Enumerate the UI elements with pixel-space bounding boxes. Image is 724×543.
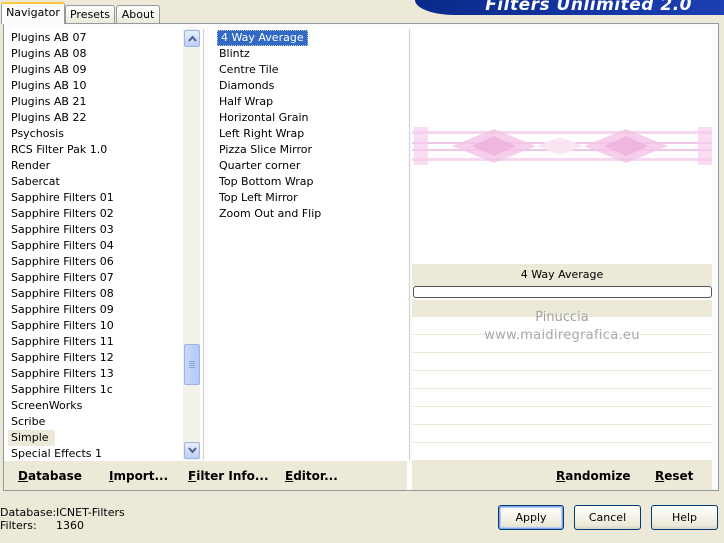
category-item[interactable]: RCS Filter Pak 1.0 [11, 142, 107, 158]
pattern-preview [412, 127, 712, 165]
category-item[interactable]: Sapphire Filters 06 [11, 254, 114, 270]
app-title: Filters Unlimited 2.0 [485, 0, 692, 15]
category-item[interactable]: Sapphire Filters 01 [11, 190, 114, 206]
preview-image [412, 29, 712, 263]
category-item[interactable]: Plugins AB 08 [11, 46, 86, 62]
param-row[interactable] [412, 408, 712, 425]
filter-list[interactable]: 4 Way Average Blintz Centre Tile Diamonds Ha… [208, 29, 407, 460]
category-scrollbar[interactable] [183, 29, 200, 460]
category-item[interactable]: Sapphire Filters 04 [11, 238, 114, 254]
filters-count-label: Filters: [0, 519, 37, 532]
database-label: Database: [0, 506, 57, 519]
divider [203, 29, 204, 460]
category-item[interactable]: Plugins AB 10 [11, 78, 86, 94]
database-value: ICNET-Filters [56, 506, 125, 519]
chevron-up-icon [188, 35, 197, 42]
category-item[interactable]: Sapphire Filters 08 [11, 286, 114, 302]
scroll-thumb[interactable] [184, 344, 200, 385]
cancel-button[interactable]: Cancel [574, 505, 641, 530]
category-item[interactable]: Plugins AB 09 [11, 62, 86, 78]
list-action-bar: Database Import... Filter Info... Editor… [4, 461, 407, 490]
preview-filter-name: 4 Way Average [412, 264, 712, 286]
category-item[interactable]: ScreenWorks [11, 398, 82, 414]
filter-item[interactable]: Top Bottom Wrap [219, 174, 314, 190]
category-item[interactable]: Sabercat [11, 174, 60, 190]
watermark-url: www.maidiregrafica.eu [484, 328, 640, 343]
filter-item[interactable]: Left Right Wrap [219, 126, 304, 142]
param-row[interactable] [412, 426, 712, 443]
category-item[interactable]: Scribe [11, 414, 45, 430]
category-item[interactable]: Sapphire Filters 11 [11, 334, 114, 350]
category-item[interactable]: Plugins AB 22 [11, 110, 86, 126]
filter-item[interactable]: 4 Way Average [217, 30, 308, 46]
category-item[interactable]: Sapphire Filters 13 [11, 366, 114, 382]
chevron-down-icon [188, 447, 197, 454]
param-row[interactable] [412, 354, 712, 371]
param-row[interactable] [412, 390, 712, 407]
filter-item[interactable]: Quarter corner [219, 158, 300, 174]
filter-item[interactable]: Blintz [219, 46, 250, 62]
category-item[interactable]: Sapphire Filters 10 [11, 318, 114, 334]
tab-presets[interactable]: Presets [65, 5, 115, 24]
category-item[interactable]: Sapphire Filters 12 [11, 350, 114, 366]
filter-item[interactable]: Top Left Mirror [219, 190, 298, 206]
database-button[interactable]: Database [18, 469, 82, 483]
category-item[interactable]: Psychosis [11, 126, 64, 142]
filter-item[interactable]: Half Wrap [219, 94, 273, 110]
import-button[interactable]: Import... [109, 469, 168, 483]
filter-item[interactable]: Pizza Slice Mirror [219, 142, 312, 158]
category-item[interactable]: Sapphire Filters 1c [11, 382, 113, 398]
title-banner: Filters Unlimited 2.0 [415, 0, 724, 15]
category-item[interactable]: Sapphire Filters 07 [11, 270, 114, 286]
category-item[interactable]: Sapphire Filters 02 [11, 206, 114, 222]
scroll-down-button[interactable] [184, 442, 200, 459]
filters-count-value: 1360 [56, 519, 84, 532]
category-item[interactable]: Sapphire Filters 09 [11, 302, 114, 318]
preview-action-bar: Randomize Reset [412, 461, 712, 490]
category-item[interactable]: Simple [8, 430, 55, 446]
editor-button[interactable]: Editor... [285, 469, 338, 483]
category-item[interactable]: Render [11, 158, 50, 174]
scroll-up-button[interactable] [184, 30, 200, 47]
param-row[interactable] [412, 372, 712, 389]
category-item[interactable]: Sapphire Filters 03 [11, 222, 114, 238]
category-item[interactable]: Plugins AB 07 [11, 30, 86, 46]
randomize-button[interactable]: Randomize [556, 469, 630, 483]
tab-navigator[interactable]: Navigator [1, 2, 65, 24]
category-item[interactable]: Plugins AB 21 [11, 94, 86, 110]
category-item[interactable]: Special Effects 1 [11, 446, 102, 460]
filter-info-button[interactable]: Filter Info... [188, 469, 269, 483]
category-list[interactable]: Plugins AB 07 Plugins AB 08 Plugins AB 09 P… [5, 29, 183, 460]
apply-button[interactable]: Apply [498, 505, 564, 530]
watermark-name: Pinuccia [535, 310, 589, 325]
filter-item[interactable]: Horizontal Grain [219, 110, 308, 126]
tab-about[interactable]: About [116, 5, 160, 24]
progress-bar [413, 286, 712, 298]
filter-item[interactable]: Centre Tile [219, 62, 279, 78]
filter-item[interactable]: Zoom Out and Flip [219, 206, 321, 222]
divider [409, 29, 410, 460]
reset-button[interactable]: Reset [655, 469, 693, 483]
filter-item[interactable]: Diamonds [219, 78, 274, 94]
param-row[interactable] [412, 444, 712, 461]
help-button[interactable]: Help [651, 505, 718, 530]
